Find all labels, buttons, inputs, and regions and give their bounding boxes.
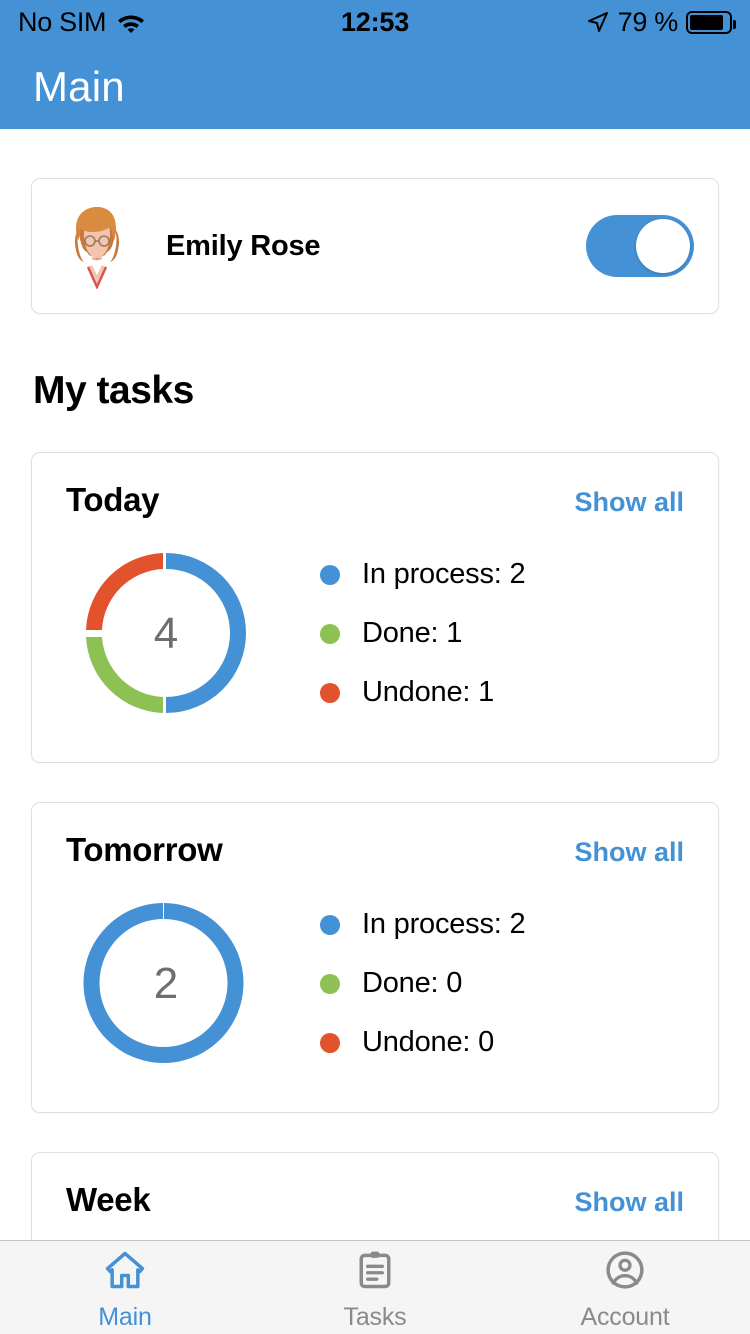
legend-label-in-process: In process: 2 [362, 558, 526, 590]
legend-dot-undone [320, 1032, 340, 1053]
tab-account[interactable]: Account [500, 1241, 750, 1334]
legend-item: Undone: 0 [320, 1026, 525, 1059]
task-card-today[interactable]: Today Show all 4 In process: 2 Done: 1 U… [31, 452, 719, 763]
show-all-link[interactable]: Show all [574, 1187, 684, 1218]
profile-name-label: Emily Rose [166, 229, 321, 262]
location-arrow-icon [586, 10, 610, 34]
chart-legend: In process: 2 Done: 0 Undone: 0 [320, 908, 526, 1059]
legend-dot-done [320, 623, 340, 644]
donut-chart-tomorrow: 2 [66, 891, 266, 1076]
tab-label-account: Account [580, 1302, 670, 1331]
task-card-week[interactable]: Week Show all [31, 1152, 719, 1240]
legend-dot-done [320, 973, 340, 994]
legend-dot-undone [320, 682, 340, 703]
tab-main[interactable]: Main [0, 1241, 250, 1334]
legend-dot-in-process [320, 564, 340, 585]
task-card-header: Tomorrow Show all [32, 831, 718, 869]
task-card-title: Today [66, 481, 160, 518]
profile-toggle-switch[interactable] [586, 215, 694, 277]
task-card-body: 4 In process: 2 Done: 1 Undone: 1 [32, 519, 718, 762]
legend-label-done: Done: 0 [362, 967, 463, 999]
tab-tasks[interactable]: Tasks [250, 1241, 500, 1334]
tab-label-tasks: Tasks [343, 1302, 407, 1331]
donut-center-total: 4 [153, 608, 179, 658]
legend-label-in-process: In process: 2 [362, 908, 526, 940]
wifi-icon [116, 11, 146, 33]
donut-chart-today: 4 [66, 541, 266, 726]
battery-percent-label: 79 % [617, 6, 679, 37]
legend-item: Undone: 1 [320, 676, 525, 709]
legend-dot-in-process [320, 914, 340, 935]
battery-icon [686, 10, 736, 34]
donut-center-total: 2 [153, 958, 179, 1008]
app-header: Main [0, 44, 750, 129]
bottom-tab-bar: Main Tasks Account [0, 1240, 750, 1334]
status-bar: No SIM 12:53 79 % [0, 0, 750, 44]
legend-label-undone: Undone: 1 [362, 676, 495, 708]
show-all-link[interactable]: Show all [574, 487, 684, 518]
chart-legend: In process: 2 Done: 1 Undone: 1 [320, 558, 526, 709]
account-circle-icon [603, 1248, 647, 1297]
clock-label: 12:53 [340, 6, 410, 37]
task-card-title: Week [66, 1181, 151, 1218]
phone-screen: No SIM 12:53 79 % Main Emily Rose My tas… [0, 0, 750, 1334]
toggle-knob [636, 219, 690, 273]
task-card-title: Tomorrow [66, 831, 223, 868]
scroll-content[interactable]: Emily Rose My tasks Today Show all 4 In … [0, 129, 750, 1240]
legend-item: Done: 1 [320, 617, 525, 650]
task-card-body: 2 In process: 2 Done: 0 Undone: 0 [32, 869, 718, 1112]
task-card-header: Today Show all [32, 481, 718, 519]
clipboard-icon [353, 1248, 397, 1297]
user-avatar-illustration [66, 203, 128, 290]
legend-label-done: Done: 1 [362, 617, 463, 649]
home-icon [103, 1248, 147, 1297]
legend-item: Done: 0 [320, 967, 525, 1000]
profile-card[interactable]: Emily Rose [31, 178, 719, 314]
status-bar-center: 12:53 [341, 7, 409, 38]
carrier-label: No SIM [18, 6, 107, 37]
tab-label-main: Main [98, 1302, 152, 1331]
legend-item: In process: 2 [320, 558, 526, 591]
task-card-header: Week Show all [32, 1181, 718, 1219]
show-all-link[interactable]: Show all [574, 837, 684, 868]
status-bar-right: 79 % [409, 6, 736, 38]
legend-label-undone: Undone: 0 [362, 1026, 495, 1058]
legend-item: In process: 2 [320, 908, 526, 941]
section-title: My tasks [33, 369, 194, 412]
task-card-tomorrow[interactable]: Tomorrow Show all 2 In process: 2 Done: … [31, 802, 719, 1113]
page-title: Main [33, 62, 125, 110]
status-bar-left: No SIM [18, 7, 341, 38]
